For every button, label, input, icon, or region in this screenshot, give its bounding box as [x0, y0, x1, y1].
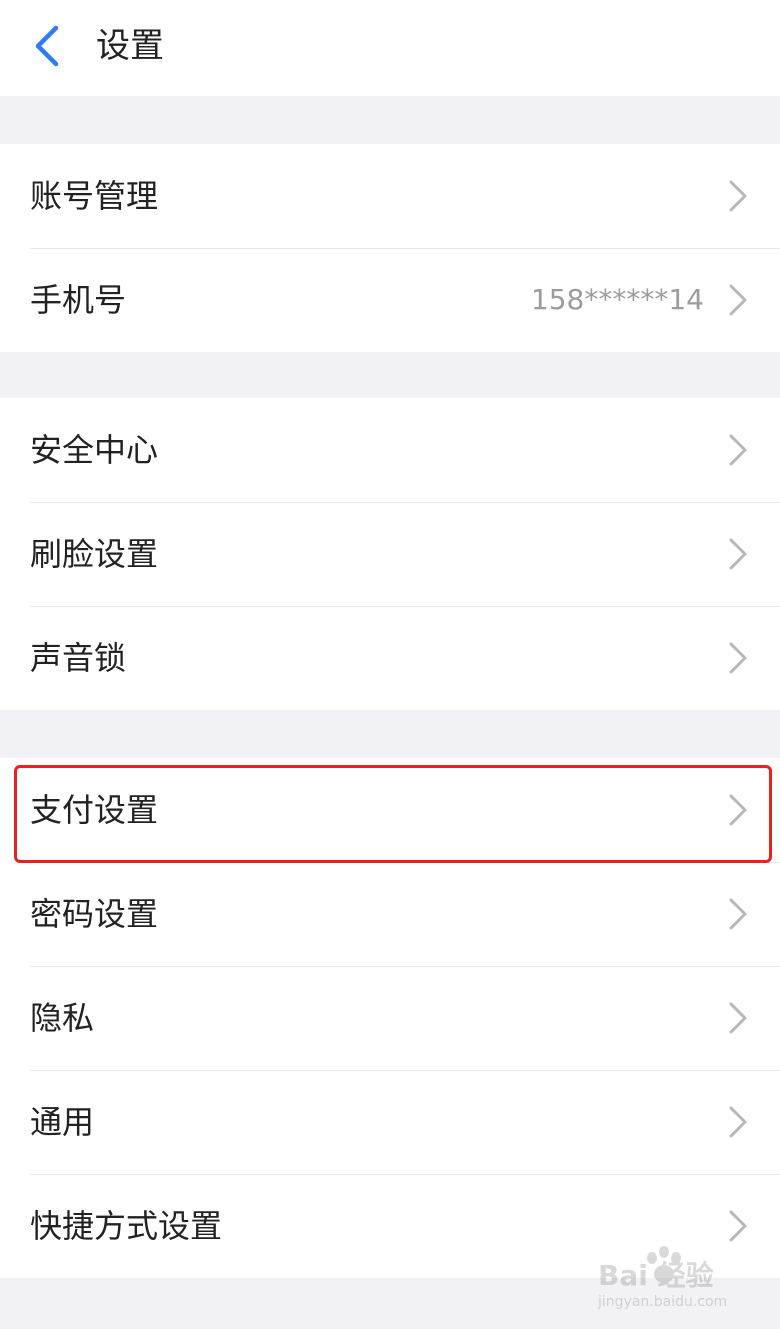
chevron-right-icon [729, 642, 747, 674]
row-label: 密码设置 [30, 895, 159, 933]
chevron-right-icon [729, 538, 747, 570]
row-label: 账号管理 [30, 177, 159, 215]
settings-row-face-recognition[interactable]: 刷脸设置 [0, 502, 780, 606]
settings-row-voice-lock[interactable]: 声音锁 [0, 606, 780, 710]
settings-row-security-center[interactable]: 安全中心 [0, 398, 780, 502]
chevron-right-icon [729, 1106, 747, 1138]
watermark-url: jingyan.baidu.com [598, 1294, 728, 1310]
row-label: 手机号 [30, 281, 127, 319]
settings-row-privacy[interactable]: 隐私 [0, 966, 780, 1070]
settings-row-general[interactable]: 通用 [0, 1070, 780, 1174]
settings-group-account: 账号管理 手机号 158******14 [0, 144, 780, 352]
chevron-right-icon [729, 1002, 747, 1034]
row-label: 支付设置 [30, 791, 159, 829]
chevron-right-icon [729, 1210, 747, 1242]
row-label: 快捷方式设置 [30, 1207, 223, 1245]
chevron-left-icon [35, 25, 59, 67]
settings-row-password-settings[interactable]: 密码设置 [0, 862, 780, 966]
settings-row-shortcut-settings[interactable]: 快捷方式设置 [0, 1174, 780, 1278]
row-label: 刷脸设置 [30, 535, 159, 573]
back-button[interactable] [22, 18, 72, 74]
settings-row-phone-number[interactable]: 手机号 158******14 [0, 248, 780, 352]
chevron-right-icon [729, 898, 747, 930]
row-label: 通用 [30, 1103, 95, 1141]
chevron-right-icon [729, 794, 747, 826]
chevron-right-icon [729, 180, 747, 212]
chevron-right-icon [729, 284, 747, 316]
settings-group-general: 支付设置 密码设置 隐私 通用 快捷方式设置 [0, 758, 780, 1278]
row-label: 安全中心 [30, 431, 159, 469]
chevron-right-icon [729, 434, 747, 466]
settings-row-payment-settings[interactable]: 支付设置 [0, 758, 780, 862]
top-nav-bar: 设置 [0, 0, 780, 96]
settings-row-account-management[interactable]: 账号管理 [0, 144, 780, 248]
settings-group-security: 安全中心 刷脸设置 声音锁 [0, 398, 780, 710]
row-label: 隐私 [30, 999, 95, 1037]
phone-number-value: 158******14 [530, 283, 704, 316]
row-label: 声音锁 [30, 639, 127, 677]
page-title: 设置 [96, 26, 164, 66]
